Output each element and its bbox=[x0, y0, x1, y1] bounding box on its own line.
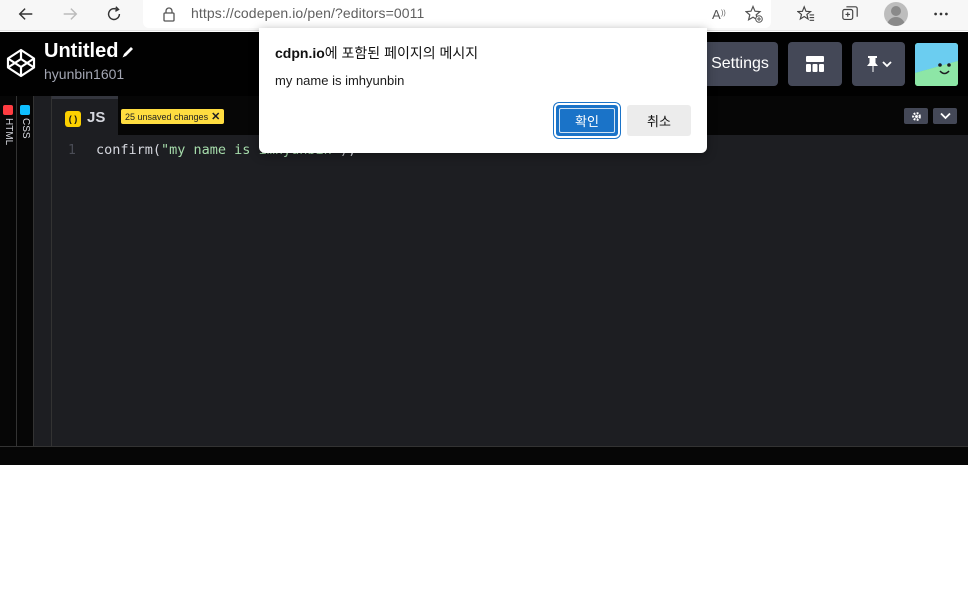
pencil-icon[interactable] bbox=[121, 45, 135, 59]
favorites-icon[interactable] bbox=[793, 2, 819, 26]
chevron-down-icon bbox=[939, 112, 951, 120]
dialog-title: cdpn.io에 포함된 페이지의 메시지 bbox=[275, 43, 478, 63]
browser-toolbar: https://codepen.io/pen/?editors=0011 A)) bbox=[0, 0, 968, 31]
confirm-dialog: cdpn.io에 포함된 페이지의 메시지 my name is imhyunb… bbox=[259, 28, 707, 153]
unsaved-changes-badge[interactable]: 25 unsaved changes ✕ bbox=[121, 109, 225, 124]
js-brackets-icon: ( ) bbox=[65, 111, 81, 127]
line-number: 1 bbox=[68, 143, 76, 158]
close-icon[interactable]: ✕ bbox=[211, 110, 220, 123]
user-avatar[interactable] bbox=[915, 43, 958, 86]
codepen-logo-icon[interactable] bbox=[5, 47, 37, 79]
css-panel-label: CSS bbox=[20, 118, 31, 139]
html-panel-collapsed[interactable]: HTML bbox=[0, 96, 17, 446]
layout-icon bbox=[806, 56, 824, 72]
editor-bottom-bar bbox=[0, 446, 968, 465]
dialog-cancel-button[interactable]: 취소 bbox=[627, 105, 691, 136]
html-panel-label: HTML bbox=[3, 118, 14, 146]
css-panel-collapsed[interactable]: CSS bbox=[17, 96, 34, 446]
layout-button[interactable] bbox=[788, 42, 842, 86]
read-aloud-icon[interactable]: A)) bbox=[709, 3, 731, 25]
html-badge-icon bbox=[3, 105, 13, 115]
more-icon[interactable] bbox=[928, 2, 954, 26]
code-editor[interactable]: 1 confirm("my name is imhyunbin"); bbox=[52, 135, 968, 446]
js-tab[interactable]: ( ) JS bbox=[52, 96, 118, 135]
lock-icon[interactable] bbox=[161, 6, 177, 22]
svg-text:A: A bbox=[712, 7, 721, 22]
editor-settings-button[interactable] bbox=[904, 108, 928, 124]
profile-icon[interactable] bbox=[884, 2, 908, 26]
dialog-title-domain: cdpn.io bbox=[275, 45, 325, 61]
back-arrow-icon[interactable] bbox=[6, 0, 46, 28]
pen-title[interactable]: Untitled bbox=[44, 40, 118, 63]
svg-text:)): )) bbox=[721, 10, 726, 17]
code-function: confirm( bbox=[96, 142, 162, 158]
pen-username[interactable]: hyunbin1601 bbox=[44, 66, 124, 82]
collections-icon[interactable] bbox=[837, 2, 863, 26]
refresh-icon[interactable] bbox=[94, 0, 134, 28]
pin-button[interactable] bbox=[852, 42, 905, 86]
pin-icon bbox=[866, 56, 892, 72]
url-text[interactable]: https://codepen.io/pen/?editors=0011 bbox=[191, 5, 424, 21]
forward-arrow-icon[interactable] bbox=[50, 0, 90, 28]
settings-label: Settings bbox=[711, 55, 769, 72]
unsaved-changes-text: 25 unsaved changes bbox=[125, 111, 209, 122]
dialog-message: my name is imhyunbin bbox=[275, 73, 405, 88]
js-tab-label: JS bbox=[87, 109, 106, 126]
css-badge-icon bbox=[20, 105, 30, 115]
editor-collapse-button[interactable] bbox=[933, 108, 957, 124]
dialog-title-rest: 에 포함된 페이지의 메시지 bbox=[324, 45, 479, 61]
dialog-ok-button[interactable]: 확인 bbox=[556, 105, 618, 136]
address-bar[interactable]: https://codepen.io/pen/?editors=0011 A)) bbox=[143, 0, 771, 28]
panel-divider[interactable] bbox=[34, 96, 52, 446]
add-favorite-icon[interactable] bbox=[743, 3, 765, 25]
gear-icon bbox=[911, 111, 921, 121]
dialog-ok-label: 확인 bbox=[559, 108, 615, 133]
